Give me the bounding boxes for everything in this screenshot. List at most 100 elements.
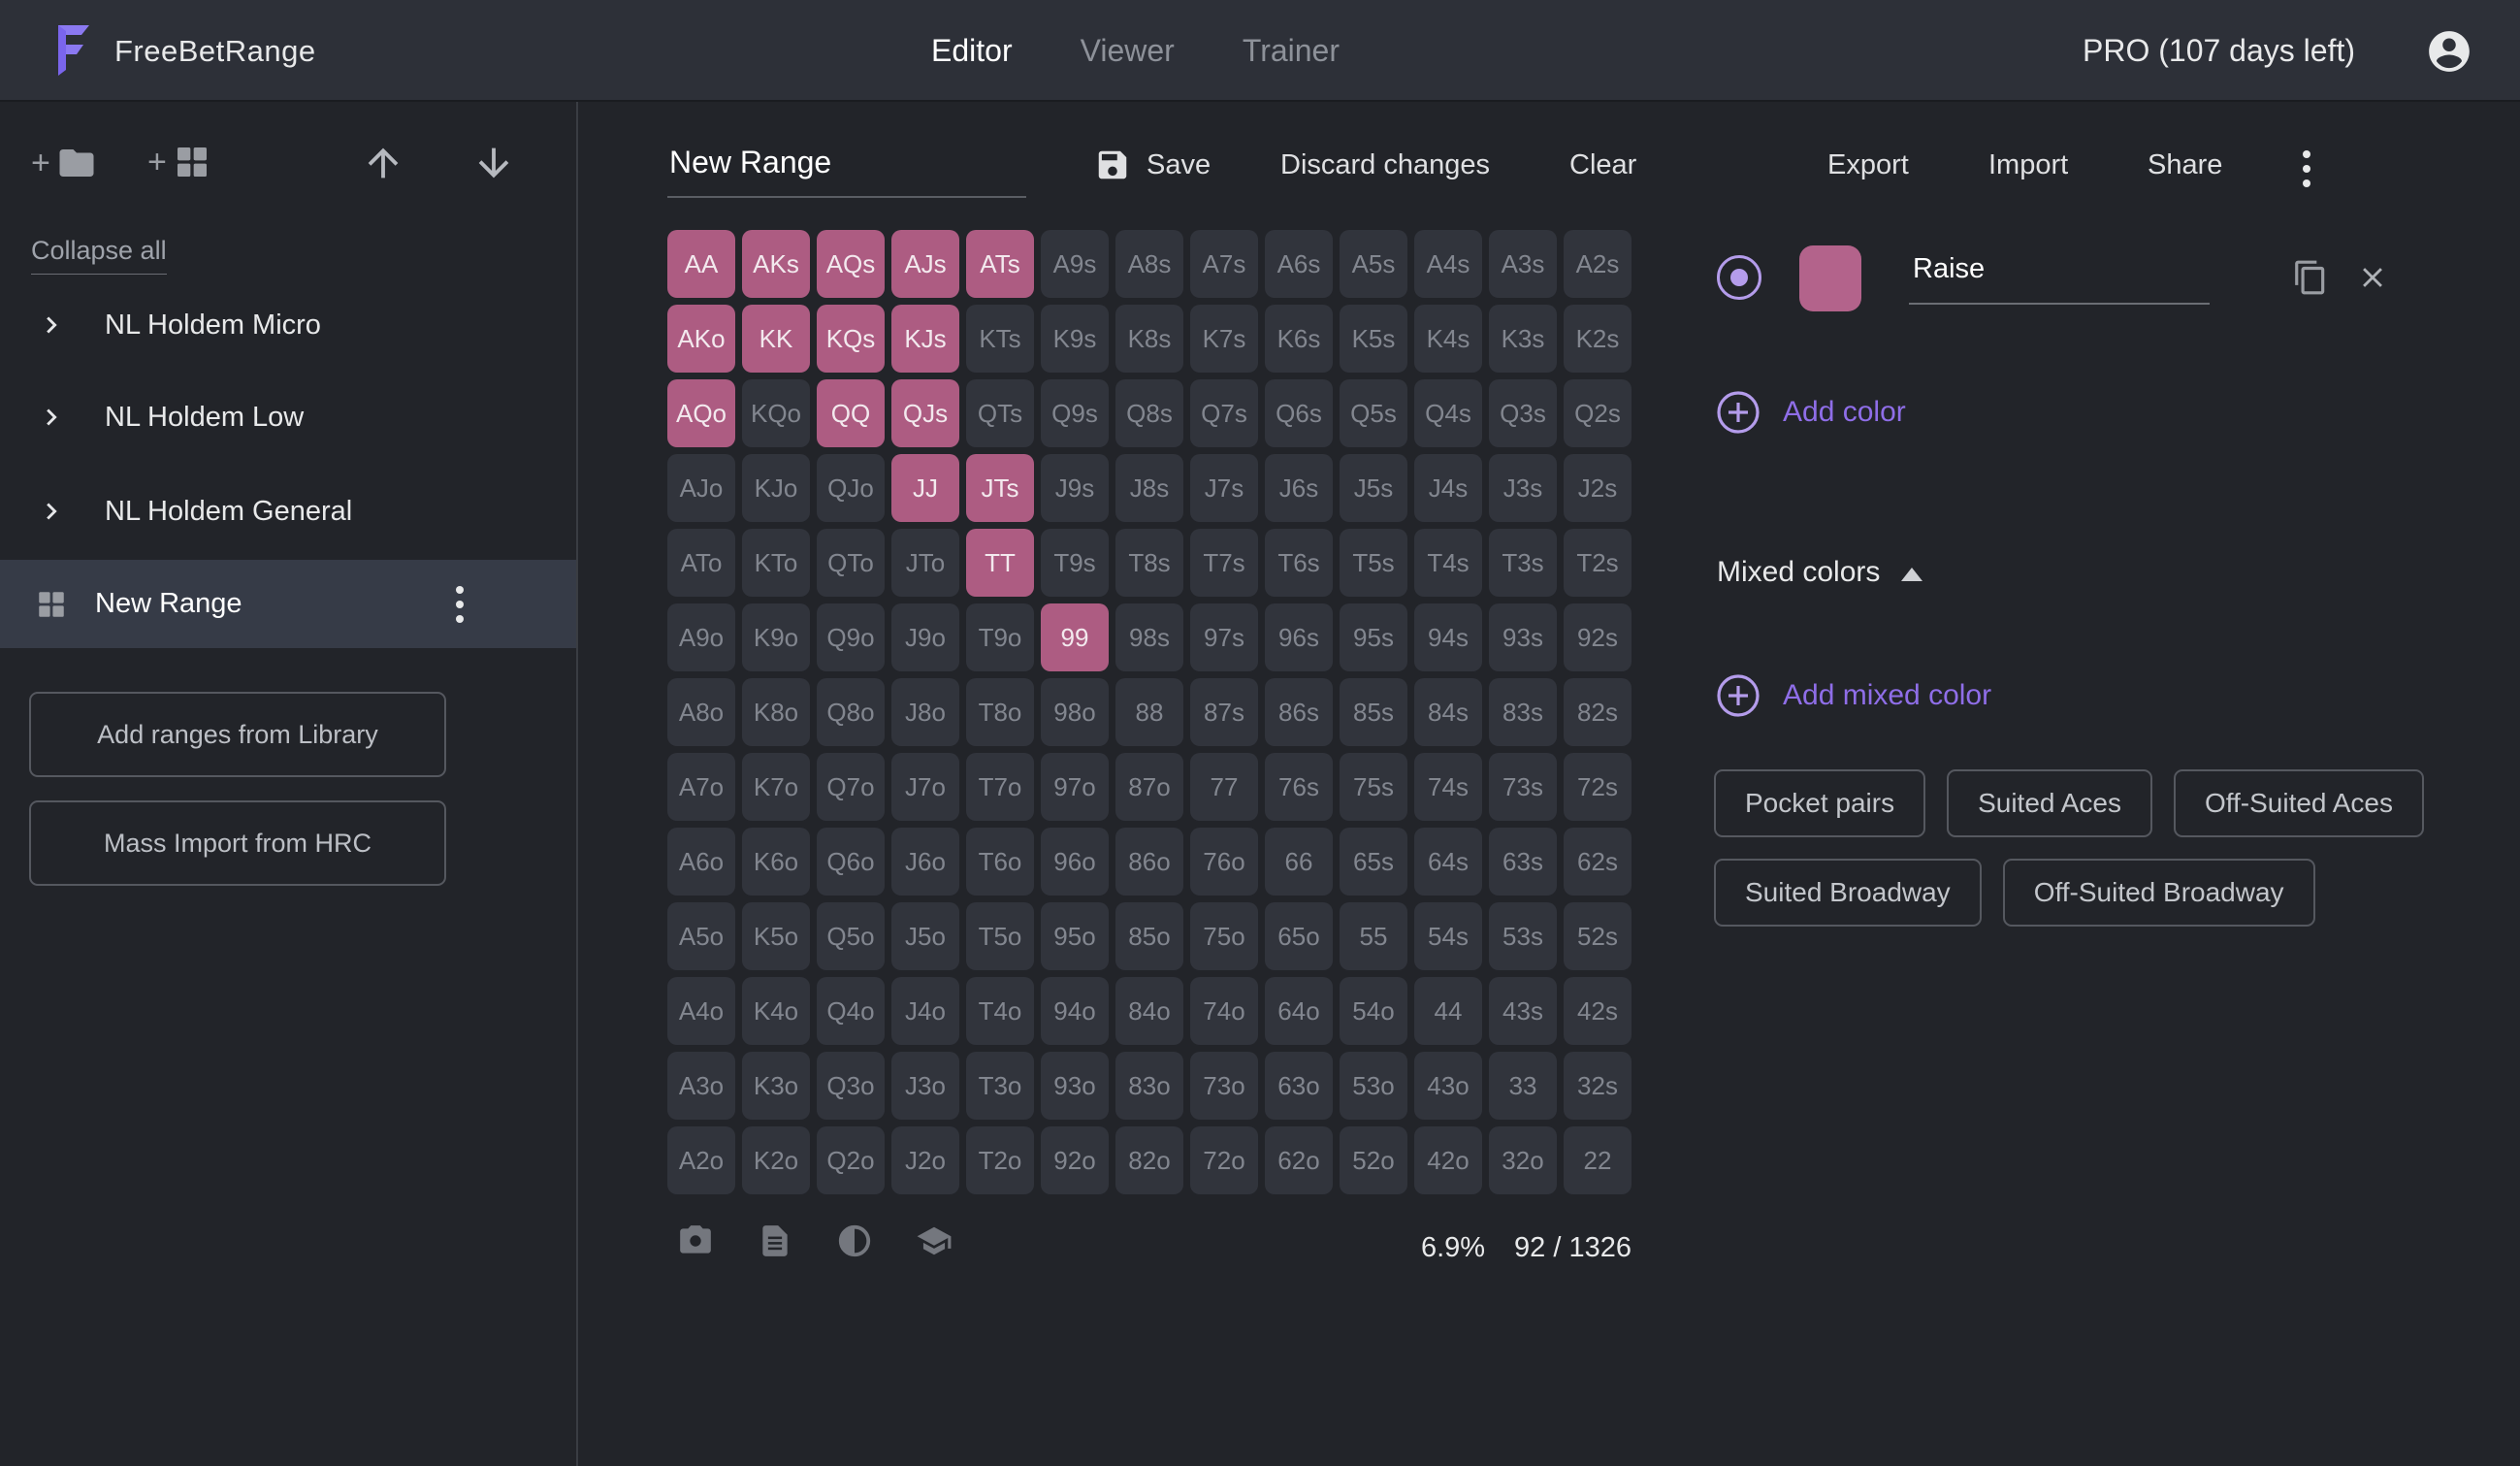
hand-cell-A9s[interactable]: A9s (1041, 230, 1109, 298)
hand-cell-88[interactable]: 88 (1115, 678, 1183, 746)
hand-cell-T3s[interactable]: T3s (1489, 529, 1557, 597)
hand-cell-96o[interactable]: 96o (1041, 828, 1109, 896)
range-menu-kebab-icon[interactable] (450, 580, 469, 629)
hand-cell-42o[interactable]: 42o (1414, 1126, 1482, 1194)
hand-cell-J4s[interactable]: J4s (1414, 454, 1482, 522)
hand-cell-72s[interactable]: 72s (1564, 753, 1632, 821)
hand-cell-J8s[interactable]: J8s (1115, 454, 1183, 522)
hand-cell-Q4s[interactable]: Q4s (1414, 379, 1482, 447)
hand-cell-AQo[interactable]: AQo (667, 379, 735, 447)
hand-cell-JTs[interactable]: JTs (966, 454, 1034, 522)
hand-cell-JTo[interactable]: JTo (891, 529, 959, 597)
color-radio-button[interactable] (1717, 255, 1761, 300)
hand-cell-AQs[interactable]: AQs (817, 230, 885, 298)
hand-cell-66[interactable]: 66 (1265, 828, 1333, 896)
add-folder-button[interactable]: + (31, 143, 97, 183)
preset-offsuited-aces[interactable]: Off-Suited Aces (2174, 769, 2424, 837)
hand-cell-Q8s[interactable]: Q8s (1115, 379, 1183, 447)
hand-cell-K2s[interactable]: K2s (1564, 305, 1632, 373)
hand-cell-A3s[interactable]: A3s (1489, 230, 1557, 298)
hand-cell-33[interactable]: 33 (1489, 1052, 1557, 1120)
hand-cell-T6s[interactable]: T6s (1265, 529, 1333, 597)
hand-cell-A6s[interactable]: A6s (1265, 230, 1333, 298)
hand-cell-KK[interactable]: KK (742, 305, 810, 373)
hand-cell-86s[interactable]: 86s (1265, 678, 1333, 746)
hand-cell-Q3o[interactable]: Q3o (817, 1052, 885, 1120)
hand-cell-A6o[interactable]: A6o (667, 828, 735, 896)
tab-editor[interactable]: Editor (931, 33, 1013, 69)
mass-import-from-hrc-button[interactable]: Mass Import from HRC (29, 800, 446, 886)
hand-cell-A8o[interactable]: A8o (667, 678, 735, 746)
hand-cell-KJs[interactable]: KJs (891, 305, 959, 373)
hand-cell-76o[interactable]: 76o (1190, 828, 1258, 896)
hand-cell-K4o[interactable]: K4o (742, 977, 810, 1045)
hand-cell-J6s[interactable]: J6s (1265, 454, 1333, 522)
hand-cell-T7o[interactable]: T7o (966, 753, 1034, 821)
hand-cell-J7s[interactable]: J7s (1190, 454, 1258, 522)
hand-cell-54s[interactable]: 54s (1414, 902, 1482, 970)
hand-cell-22[interactable]: 22 (1564, 1126, 1632, 1194)
hand-cell-T8s[interactable]: T8s (1115, 529, 1183, 597)
hand-cell-K3s[interactable]: K3s (1489, 305, 1557, 373)
hand-cell-A2o[interactable]: A2o (667, 1126, 735, 1194)
hand-cell-A5o[interactable]: A5o (667, 902, 735, 970)
hand-cell-74o[interactable]: 74o (1190, 977, 1258, 1045)
hand-cell-J8o[interactable]: J8o (891, 678, 959, 746)
hand-cell-94s[interactable]: 94s (1414, 603, 1482, 671)
hand-cell-32s[interactable]: 32s (1564, 1052, 1632, 1120)
hand-cell-87o[interactable]: 87o (1115, 753, 1183, 821)
hand-cell-T3o[interactable]: T3o (966, 1052, 1034, 1120)
hand-cell-Q2s[interactable]: Q2s (1564, 379, 1632, 447)
hand-cell-62o[interactable]: 62o (1265, 1126, 1333, 1194)
hand-cell-A7o[interactable]: A7o (667, 753, 735, 821)
mixed-colors-toggle[interactable]: Mixed colors (1717, 556, 1922, 589)
hand-cell-43s[interactable]: 43s (1489, 977, 1557, 1045)
hand-cell-A3o[interactable]: A3o (667, 1052, 735, 1120)
hand-cell-A8s[interactable]: A8s (1115, 230, 1183, 298)
hand-cell-K8s[interactable]: K8s (1115, 305, 1183, 373)
discard-changes-button[interactable]: Discard changes (1280, 102, 1490, 228)
hand-cell-54o[interactable]: 54o (1340, 977, 1407, 1045)
hand-cell-K6o[interactable]: K6o (742, 828, 810, 896)
hand-cell-T9s[interactable]: T9s (1041, 529, 1109, 597)
save-button[interactable]: Save (1094, 102, 1211, 228)
preset-suited-broadway[interactable]: Suited Broadway (1714, 859, 1982, 927)
hand-cell-73s[interactable]: 73s (1489, 753, 1557, 821)
hand-cell-62s[interactable]: 62s (1564, 828, 1632, 896)
hand-cell-KTs[interactable]: KTs (966, 305, 1034, 373)
preset-suited-aces[interactable]: Suited Aces (1947, 769, 2152, 837)
hand-cell-64o[interactable]: 64o (1265, 977, 1333, 1045)
hand-cell-44[interactable]: 44 (1414, 977, 1482, 1045)
hand-cell-32o[interactable]: 32o (1489, 1126, 1557, 1194)
hand-cell-T4o[interactable]: T4o (966, 977, 1034, 1045)
hand-cell-T8o[interactable]: T8o (966, 678, 1034, 746)
brand[interactable]: FreeBetRange (50, 21, 316, 81)
hand-cell-82s[interactable]: 82s (1564, 678, 1632, 746)
hand-cell-43o[interactable]: 43o (1414, 1052, 1482, 1120)
hand-cell-K5s[interactable]: K5s (1340, 305, 1407, 373)
hand-cell-98o[interactable]: 98o (1041, 678, 1109, 746)
hand-cell-T7s[interactable]: T7s (1190, 529, 1258, 597)
hand-cell-T5o[interactable]: T5o (966, 902, 1034, 970)
hand-cell-QJo[interactable]: QJo (817, 454, 885, 522)
hand-cell-92s[interactable]: 92s (1564, 603, 1632, 671)
hand-cell-65s[interactable]: 65s (1340, 828, 1407, 896)
hand-cell-73o[interactable]: 73o (1190, 1052, 1258, 1120)
hand-cell-75s[interactable]: 75s (1340, 753, 1407, 821)
hand-cell-Q8o[interactable]: Q8o (817, 678, 885, 746)
hand-cell-82o[interactable]: 82o (1115, 1126, 1183, 1194)
hand-cell-85o[interactable]: 85o (1115, 902, 1183, 970)
sidebar-folder-nl-holdem-general[interactable]: NL Holdem General (0, 477, 576, 545)
hand-cell-64s[interactable]: 64s (1414, 828, 1482, 896)
hand-cell-52o[interactable]: 52o (1340, 1126, 1407, 1194)
hand-cell-J3s[interactable]: J3s (1489, 454, 1557, 522)
hand-cell-92o[interactable]: 92o (1041, 1126, 1109, 1194)
hand-cell-85s[interactable]: 85s (1340, 678, 1407, 746)
add-mixed-color-button[interactable]: Add mixed color (1715, 672, 1991, 719)
hand-cell-99[interactable]: 99 (1041, 603, 1109, 671)
hand-cell-J5o[interactable]: J5o (891, 902, 959, 970)
sidebar-folder-nl-holdem-micro[interactable]: NL Holdem Micro (0, 291, 576, 359)
hand-cell-65o[interactable]: 65o (1265, 902, 1333, 970)
hand-cell-T4s[interactable]: T4s (1414, 529, 1482, 597)
hand-cell-42s[interactable]: 42s (1564, 977, 1632, 1045)
